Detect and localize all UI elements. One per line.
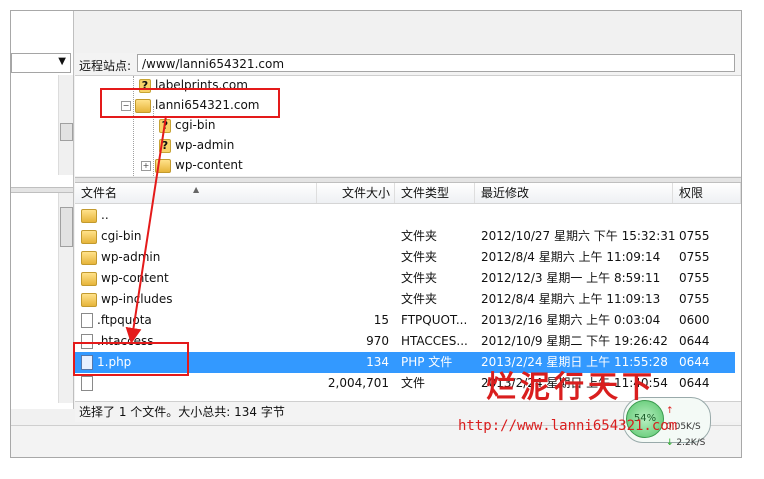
annotation-arrow xyxy=(125,115,167,344)
watermark-logo: 烂泥行天下 xyxy=(486,370,656,405)
watermark-url: http://www.lanni654321.com xyxy=(458,418,678,434)
